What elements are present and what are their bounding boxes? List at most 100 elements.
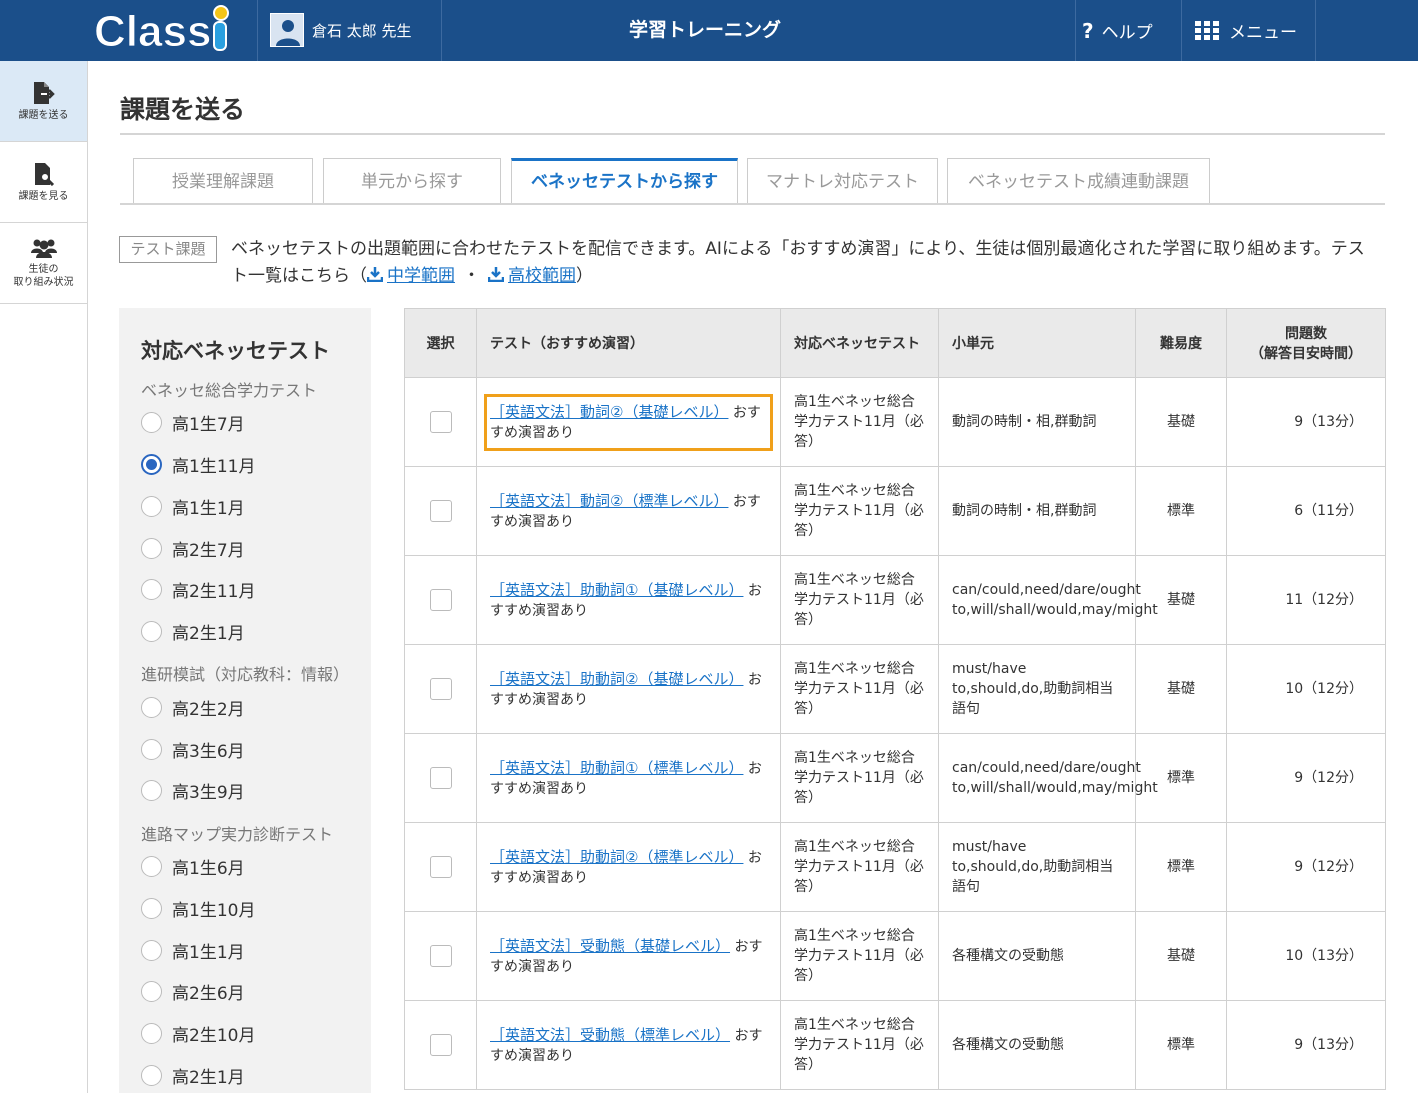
- table-row: ［英語文法］動詞②（基礎レベル） おすすめ演習あり 高1生ベネッセ総合学力テスト1…: [404, 377, 1386, 467]
- classi-logo[interactable]: Class: [92, 4, 242, 56]
- radio-option[interactable]: 高2生6月: [141, 979, 245, 1004]
- help-button[interactable]: ? ヘルプ: [1082, 0, 1153, 61]
- radio-button[interactable]: [141, 1023, 162, 1044]
- tab-benesse-results-linked[interactable]: ベネッセテスト成績連動課題: [947, 158, 1210, 204]
- select-cell: [404, 555, 477, 645]
- tab-manatore-test[interactable]: マナトレ対応テスト: [747, 158, 938, 204]
- test-link[interactable]: ［英語文法］助動詞②（基礎レベル）: [490, 670, 743, 688]
- test-cell: ［英語文法］助動詞②（基礎レベル） おすすめ演習あり: [476, 644, 781, 734]
- help-icon: ?: [1082, 18, 1094, 43]
- page-title: 課題を送る: [120, 95, 246, 124]
- table-row: ［英語文法］助動詞②（標準レベル） おすすめ演習あり 高1生ベネッセ総合学力テスト…: [404, 822, 1386, 912]
- radio-button[interactable]: [141, 981, 162, 1002]
- download-icon: [367, 267, 383, 282]
- table-row: ［英語文法］動詞②（標準レベル） おすすめ演習あり 高1生ベネッセ総合学力テスト1…: [404, 466, 1386, 556]
- unit-cell: 各種構文の受動態: [938, 1000, 1136, 1090]
- middle-school-range-link[interactable]: 中学範囲: [367, 266, 455, 286]
- unit-cell: 動詞の時制・相,群動詞: [938, 466, 1136, 556]
- difficulty-cell: 基礎: [1135, 644, 1227, 734]
- radio-button[interactable]: [141, 739, 162, 760]
- radio-option[interactable]: 高1生10月: [141, 896, 255, 921]
- sidenav-label: 課題を見る: [18, 190, 69, 202]
- row-checkbox[interactable]: [429, 411, 452, 433]
- tab-class-understanding[interactable]: 授業理解課題: [133, 158, 313, 204]
- row-checkbox[interactable]: [429, 500, 452, 522]
- test-cell: ［英語文法］助動詞①（標準レベル） おすすめ演習あり: [476, 733, 781, 823]
- radio-button[interactable]: [141, 579, 162, 600]
- radio-button[interactable]: [141, 856, 162, 877]
- benesse-test-cell: 高1生ベネッセ総合学力テスト11月（必答）: [780, 644, 939, 734]
- radio-option[interactable]: 高1生7月: [141, 410, 245, 435]
- radio-button[interactable]: [141, 412, 162, 433]
- test-link[interactable]: ［英語文法］動詞②（標準レベル）: [490, 492, 728, 510]
- tab-search-by-unit[interactable]: 単元から探す: [323, 158, 501, 204]
- sidenav-student-progress[interactable]: 生徒の 取り組み状況: [0, 223, 87, 304]
- sidenav-label: 課題を送る: [18, 109, 69, 121]
- row-checkbox[interactable]: [429, 678, 452, 700]
- radio-button[interactable]: [141, 496, 162, 517]
- radio-option[interactable]: 高2生10月: [141, 1021, 255, 1046]
- test-cell: ［英語文法］助動詞①（基礎レベル） おすすめ演習あり: [476, 555, 781, 645]
- radio-button[interactable]: [141, 538, 162, 559]
- row-checkbox[interactable]: [429, 589, 452, 611]
- radio-button[interactable]: [141, 1065, 162, 1086]
- user-info[interactable]: 倉石 太郎 先生: [270, 13, 412, 47]
- radio-option[interactable]: 高3生9月: [141, 778, 245, 803]
- count-cell: 10（13分）: [1226, 911, 1386, 1001]
- row-checkbox[interactable]: [429, 856, 452, 878]
- row-checkbox[interactable]: [429, 1034, 452, 1056]
- radio-button[interactable]: [141, 780, 162, 801]
- radio-button-selected[interactable]: [141, 454, 162, 475]
- high-school-range-link[interactable]: 高校範囲: [488, 266, 576, 286]
- radio-option[interactable]: 高2生2月: [141, 695, 245, 720]
- radio-label: 高3生9月: [172, 783, 245, 803]
- tab-search-by-benesse-test[interactable]: ベネッセテストから探す: [511, 158, 738, 204]
- filter-title: 対応ベネッセテスト: [141, 339, 330, 363]
- select-cell: [404, 644, 477, 734]
- header-divider: [441, 0, 442, 61]
- description-end: ）: [576, 266, 593, 286]
- radio-option[interactable]: 高2生7月: [141, 536, 245, 561]
- menu-button[interactable]: メニュー: [1195, 0, 1297, 61]
- search-document-icon: [34, 162, 54, 186]
- test-link[interactable]: ［英語文法］助動詞②（標準レベル）: [490, 848, 743, 866]
- table-row: ［英語文法］助動詞②（基礎レベル） おすすめ演習あり 高1生ベネッセ総合学力テスト…: [404, 644, 1386, 734]
- test-link[interactable]: ［英語文法］助動詞①（標準レベル）: [490, 759, 743, 777]
- test-cell-content: ［英語文法］助動詞②（標準レベル） おすすめ演習あり: [490, 847, 767, 888]
- user-avatar-icon: [270, 13, 304, 47]
- column-header-difficulty: 難易度: [1135, 308, 1227, 378]
- row-checkbox[interactable]: [429, 945, 452, 967]
- test-link[interactable]: ［英語文法］動詞②（基礎レベル）: [490, 403, 728, 421]
- radio-option[interactable]: 高1生11月: [141, 452, 255, 477]
- radio-label: 高2生1月: [172, 624, 245, 644]
- help-label: ヘルプ: [1101, 23, 1153, 43]
- test-link[interactable]: ［英語文法］受動態（基礎レベル）: [490, 937, 730, 955]
- radio-option[interactable]: 高2生11月: [141, 577, 255, 602]
- radio-button[interactable]: [141, 697, 162, 718]
- radio-button[interactable]: [141, 940, 162, 961]
- sidenav-view-assignment[interactable]: 課題を見る: [0, 142, 87, 223]
- difficulty-cell: 基礎: [1135, 555, 1227, 645]
- count-cell: 9（12分）: [1226, 822, 1386, 912]
- radio-button[interactable]: [141, 898, 162, 919]
- radio-option[interactable]: 高2生1月: [141, 619, 245, 644]
- download-icon: [488, 267, 504, 282]
- select-cell: [404, 377, 477, 467]
- count-cell: 6（11分）: [1226, 466, 1386, 556]
- difficulty-cell: 標準: [1135, 822, 1227, 912]
- user-name: 倉石 太郎 先生: [312, 21, 412, 40]
- count-header-line2: （解答目安時間）: [1250, 346, 1362, 362]
- test-cell-content: ［英語文法］受動態（基礎レベル） おすすめ演習あり: [490, 936, 767, 977]
- test-link[interactable]: ［英語文法］助動詞①（基礎レベル）: [490, 581, 743, 599]
- radio-option[interactable]: 高1生1月: [141, 938, 245, 963]
- test-link[interactable]: ［英語文法］受動態（標準レベル）: [490, 1026, 730, 1044]
- radio-option[interactable]: 高1生1月: [141, 494, 245, 519]
- middle-school-range-label: 中学範囲: [387, 266, 455, 286]
- radio-option[interactable]: 高1生6月: [141, 854, 245, 879]
- row-checkbox[interactable]: [429, 767, 452, 789]
- sidenav-send-assignment[interactable]: 課題を送る: [0, 61, 87, 142]
- filter-group-label: 進研模試（対応教科：情報）: [141, 665, 350, 684]
- radio-button[interactable]: [141, 621, 162, 642]
- radio-option[interactable]: 高3生6月: [141, 737, 245, 762]
- radio-option[interactable]: 高2生1月: [141, 1063, 245, 1088]
